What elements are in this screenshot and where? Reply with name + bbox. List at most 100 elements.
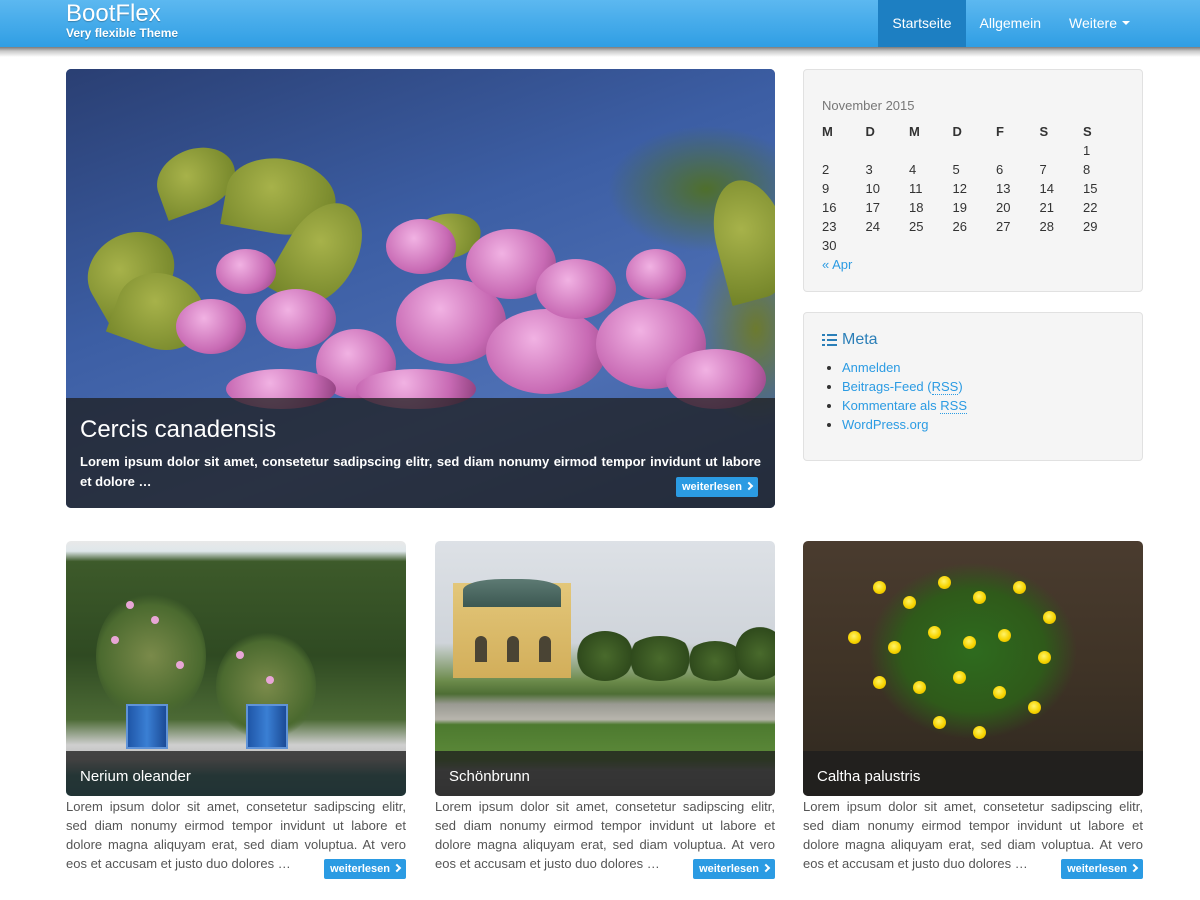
chevron-right-icon [392,863,402,873]
site-tagline: Very flexible Theme [66,26,179,40]
chevron-right-icon [761,863,771,873]
calendar-week-row: 2 3 4 5 6 7 8 [822,160,1127,179]
list-item: Kommentare als RSS [842,396,967,415]
calendar-day: 8 [1083,162,1091,177]
wordpress-org-link[interactable]: WordPress.org [842,417,928,432]
yellow-flower-shape [873,676,886,689]
calendar-day [909,236,953,255]
calendar-day: 2 [822,162,830,177]
calendar-day: 14 [1039,181,1054,196]
calendar-week-row: 1 [822,141,1127,160]
weekday-header: M [822,124,833,139]
yellow-flower-shape [928,626,941,639]
blossom-shape [386,219,456,274]
weekday-header: M [909,124,920,139]
blossom-shape [486,309,606,394]
yellow-flower-shape [933,716,946,729]
read-more-button[interactable]: weiterlesen [693,859,775,879]
meta-widget-title: Meta [822,331,878,349]
post-card-image[interactable]: Caltha palustris [803,541,1143,796]
entries-feed-link[interactable]: Beitrags-Feed (RSS) [842,379,963,395]
post-card-image[interactable]: Schönbrunn [435,541,775,796]
weekday-header: S [1083,124,1092,139]
blossom-shape [256,289,336,349]
nav-item-startseite[interactable]: Startseite [878,0,966,47]
site-title[interactable]: BootFlex [66,1,178,27]
calendar-day: 18 [909,200,924,215]
oleander-bush-shape [96,591,206,721]
featured-post-excerpt: Lorem ipsum dolor sit amet, consetetur s… [80,454,761,489]
window-shape [539,636,551,662]
nav-item-weitere-dropdown[interactable]: Weitere [1055,0,1144,47]
login-link[interactable]: Anmelden [842,360,901,375]
calendar-prev-month-link[interactable]: « Apr [822,257,852,272]
yellow-flower-shape [873,581,886,594]
calendar-day: 7 [1039,162,1047,177]
calendar-day: 30 [822,238,837,253]
nav-item-label: Allgemein [979,15,1042,31]
chevron-right-icon [744,481,754,491]
yellow-flower-shape [953,671,966,684]
calendar-week-row: 23 24 25 26 27 28 29 [822,217,1127,236]
weekday-header: D [865,124,875,139]
comments-feed-link[interactable]: Kommentare als RSS [842,398,967,414]
read-more-label: weiterlesen [330,863,390,875]
top-navbar: BootFlex Very flexible Theme Startseite … [0,0,1200,47]
post-card-caption: Nerium oleander [66,751,406,796]
calendar-day: 23 [822,219,837,234]
calendar-day: 1 [1083,143,1091,158]
read-more-label: weiterlesen [682,481,742,493]
blossom-shape [626,249,686,299]
calendar-widget: November 2015 M D M D F S S 1 2345678 91… [803,69,1143,292]
caret-down-icon [1122,21,1130,26]
calendar-day [866,141,910,160]
chevron-right-icon [1129,863,1139,873]
calendar-day [953,236,997,255]
flower-pot-shape [126,704,168,749]
calendar-day: 11 [909,181,923,196]
nav-item-label: Startseite [892,15,952,31]
site-brand[interactable]: BootFlex Very flexible Theme [66,1,179,40]
blossom-shape [111,636,119,644]
read-more-label: weiterlesen [699,863,759,875]
post-card-title[interactable]: Nerium oleander [80,768,191,785]
yellow-flower-shape [998,629,1011,642]
post-card-title[interactable]: Caltha palustris [817,768,920,785]
blossom-shape [176,299,246,354]
read-more-button[interactable]: weiterlesen [1061,859,1143,879]
calendar-day: 10 [865,181,880,196]
calendar-week-row: 9 10 11 12 13 14 15 [822,179,1127,198]
flower-pot-shape [246,704,288,749]
nav-item-allgemein[interactable]: Allgemein [966,0,1055,47]
yellow-flower-shape [993,686,1006,699]
yellow-flower-shape [963,636,976,649]
read-more-button[interactable]: weiterlesen [324,859,406,879]
calendar-day: 21 [1039,200,1054,215]
post-card: Caltha palustris Lorem ipsum dolor sit a… [803,541,1143,879]
calendar-day: 9 [822,181,830,196]
featured-read-more-button[interactable]: weiterlesen [676,477,758,497]
list-item: Beitrags-Feed (RSS) [842,377,967,396]
calendar-day: 22 [1083,200,1098,215]
blossom-shape [536,259,616,319]
weekday-header: F [996,124,1004,139]
featured-post-title[interactable]: Cercis canadensis [80,416,276,444]
yellow-flower-shape [1013,581,1026,594]
calendar-day: 16 [822,200,837,215]
calendar-day: 17 [865,200,880,215]
leaf-shape [701,171,775,307]
roof-shape [463,579,561,607]
yellow-flower-shape [1028,701,1041,714]
meta-widget: Meta Anmelden Beitrags-Feed (RSS) Kommen… [803,312,1143,461]
calendar-day: 19 [952,200,967,215]
calendar-day [1083,236,1127,255]
weekday-header: D [952,124,962,139]
post-card-image[interactable]: Nerium oleander [66,541,406,796]
nav-item-label: Weitere [1069,15,1117,31]
calendar-day [996,141,1040,160]
calendar-day: 4 [909,162,917,177]
calendar-day: 20 [996,200,1011,215]
post-card-caption: Schönbrunn [435,751,775,796]
post-card-title[interactable]: Schönbrunn [449,768,530,785]
link-text: Beitrags-Feed ( [842,379,932,394]
